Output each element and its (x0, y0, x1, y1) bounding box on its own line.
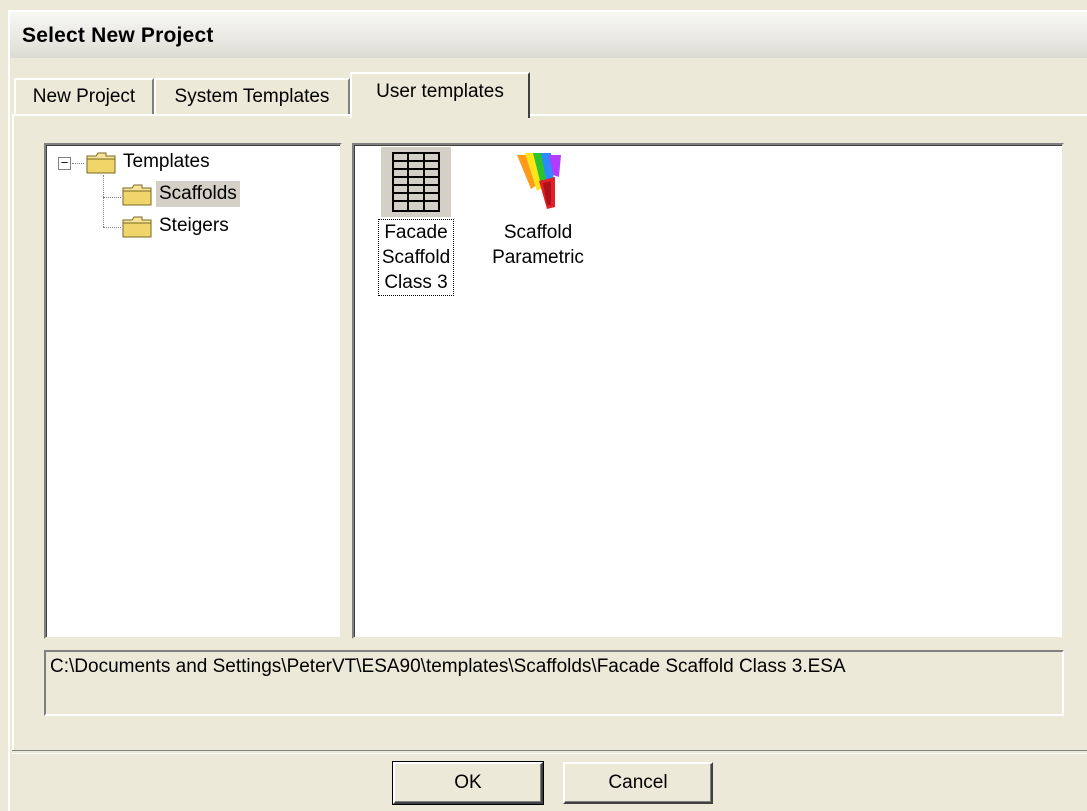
tab-label: User templates (376, 81, 504, 102)
template-caption: Scaffold Parametric (480, 220, 596, 270)
collapse-icon[interactable]: − (58, 156, 71, 170)
tree-node-label: Steigers (159, 215, 229, 236)
grid-icon (381, 147, 451, 217)
tab-system-templates[interactable]: System Templates (154, 78, 350, 116)
tab-label: System Templates (174, 86, 330, 107)
folder-icon (122, 184, 152, 206)
dialog-edge (8, 58, 10, 811)
folder-icon (122, 216, 152, 238)
tree-connector (103, 175, 104, 227)
tree-connector (103, 227, 121, 228)
ok-button[interactable]: OK (392, 761, 544, 805)
tree-connector (72, 163, 84, 164)
template-list[interactable]: Facade Scaffold Class 3 Scaffold Paramet… (352, 143, 1064, 639)
tab-user-templates[interactable]: User templates (350, 72, 530, 118)
divider (12, 750, 1087, 754)
caption-line: Class 3 (384, 272, 448, 293)
folder-icon (86, 152, 116, 174)
cancel-button[interactable]: Cancel (563, 762, 713, 804)
scaffold-parametric-icon (503, 147, 573, 217)
tab-new-project[interactable]: New Project (14, 78, 154, 116)
template-caption: Facade Scaffold Class 3 (377, 219, 455, 296)
template-item-facade-scaffold[interactable]: Facade Scaffold Class 3 (368, 147, 464, 296)
window-title: Select New Project (22, 24, 214, 47)
path-field: C:\Documents and Settings\PeterVT\ESA90\… (44, 650, 1064, 716)
tree-connector (103, 197, 121, 198)
template-item-scaffold-parametric[interactable]: Scaffold Parametric (480, 147, 596, 270)
tab-label: New Project (32, 86, 136, 107)
caption-line: Parametric (492, 247, 584, 268)
caption-line: Scaffold (381, 247, 451, 268)
caption-line: Scaffold (503, 222, 573, 243)
tree-node-label: Templates (123, 151, 210, 172)
title-bar: Select New Project (8, 10, 1087, 58)
tree-node-label: Scaffolds (156, 181, 240, 207)
caption-line: Facade (384, 222, 448, 243)
folder-tree[interactable]: − Templates Scaffolds Steigers (44, 143, 342, 639)
